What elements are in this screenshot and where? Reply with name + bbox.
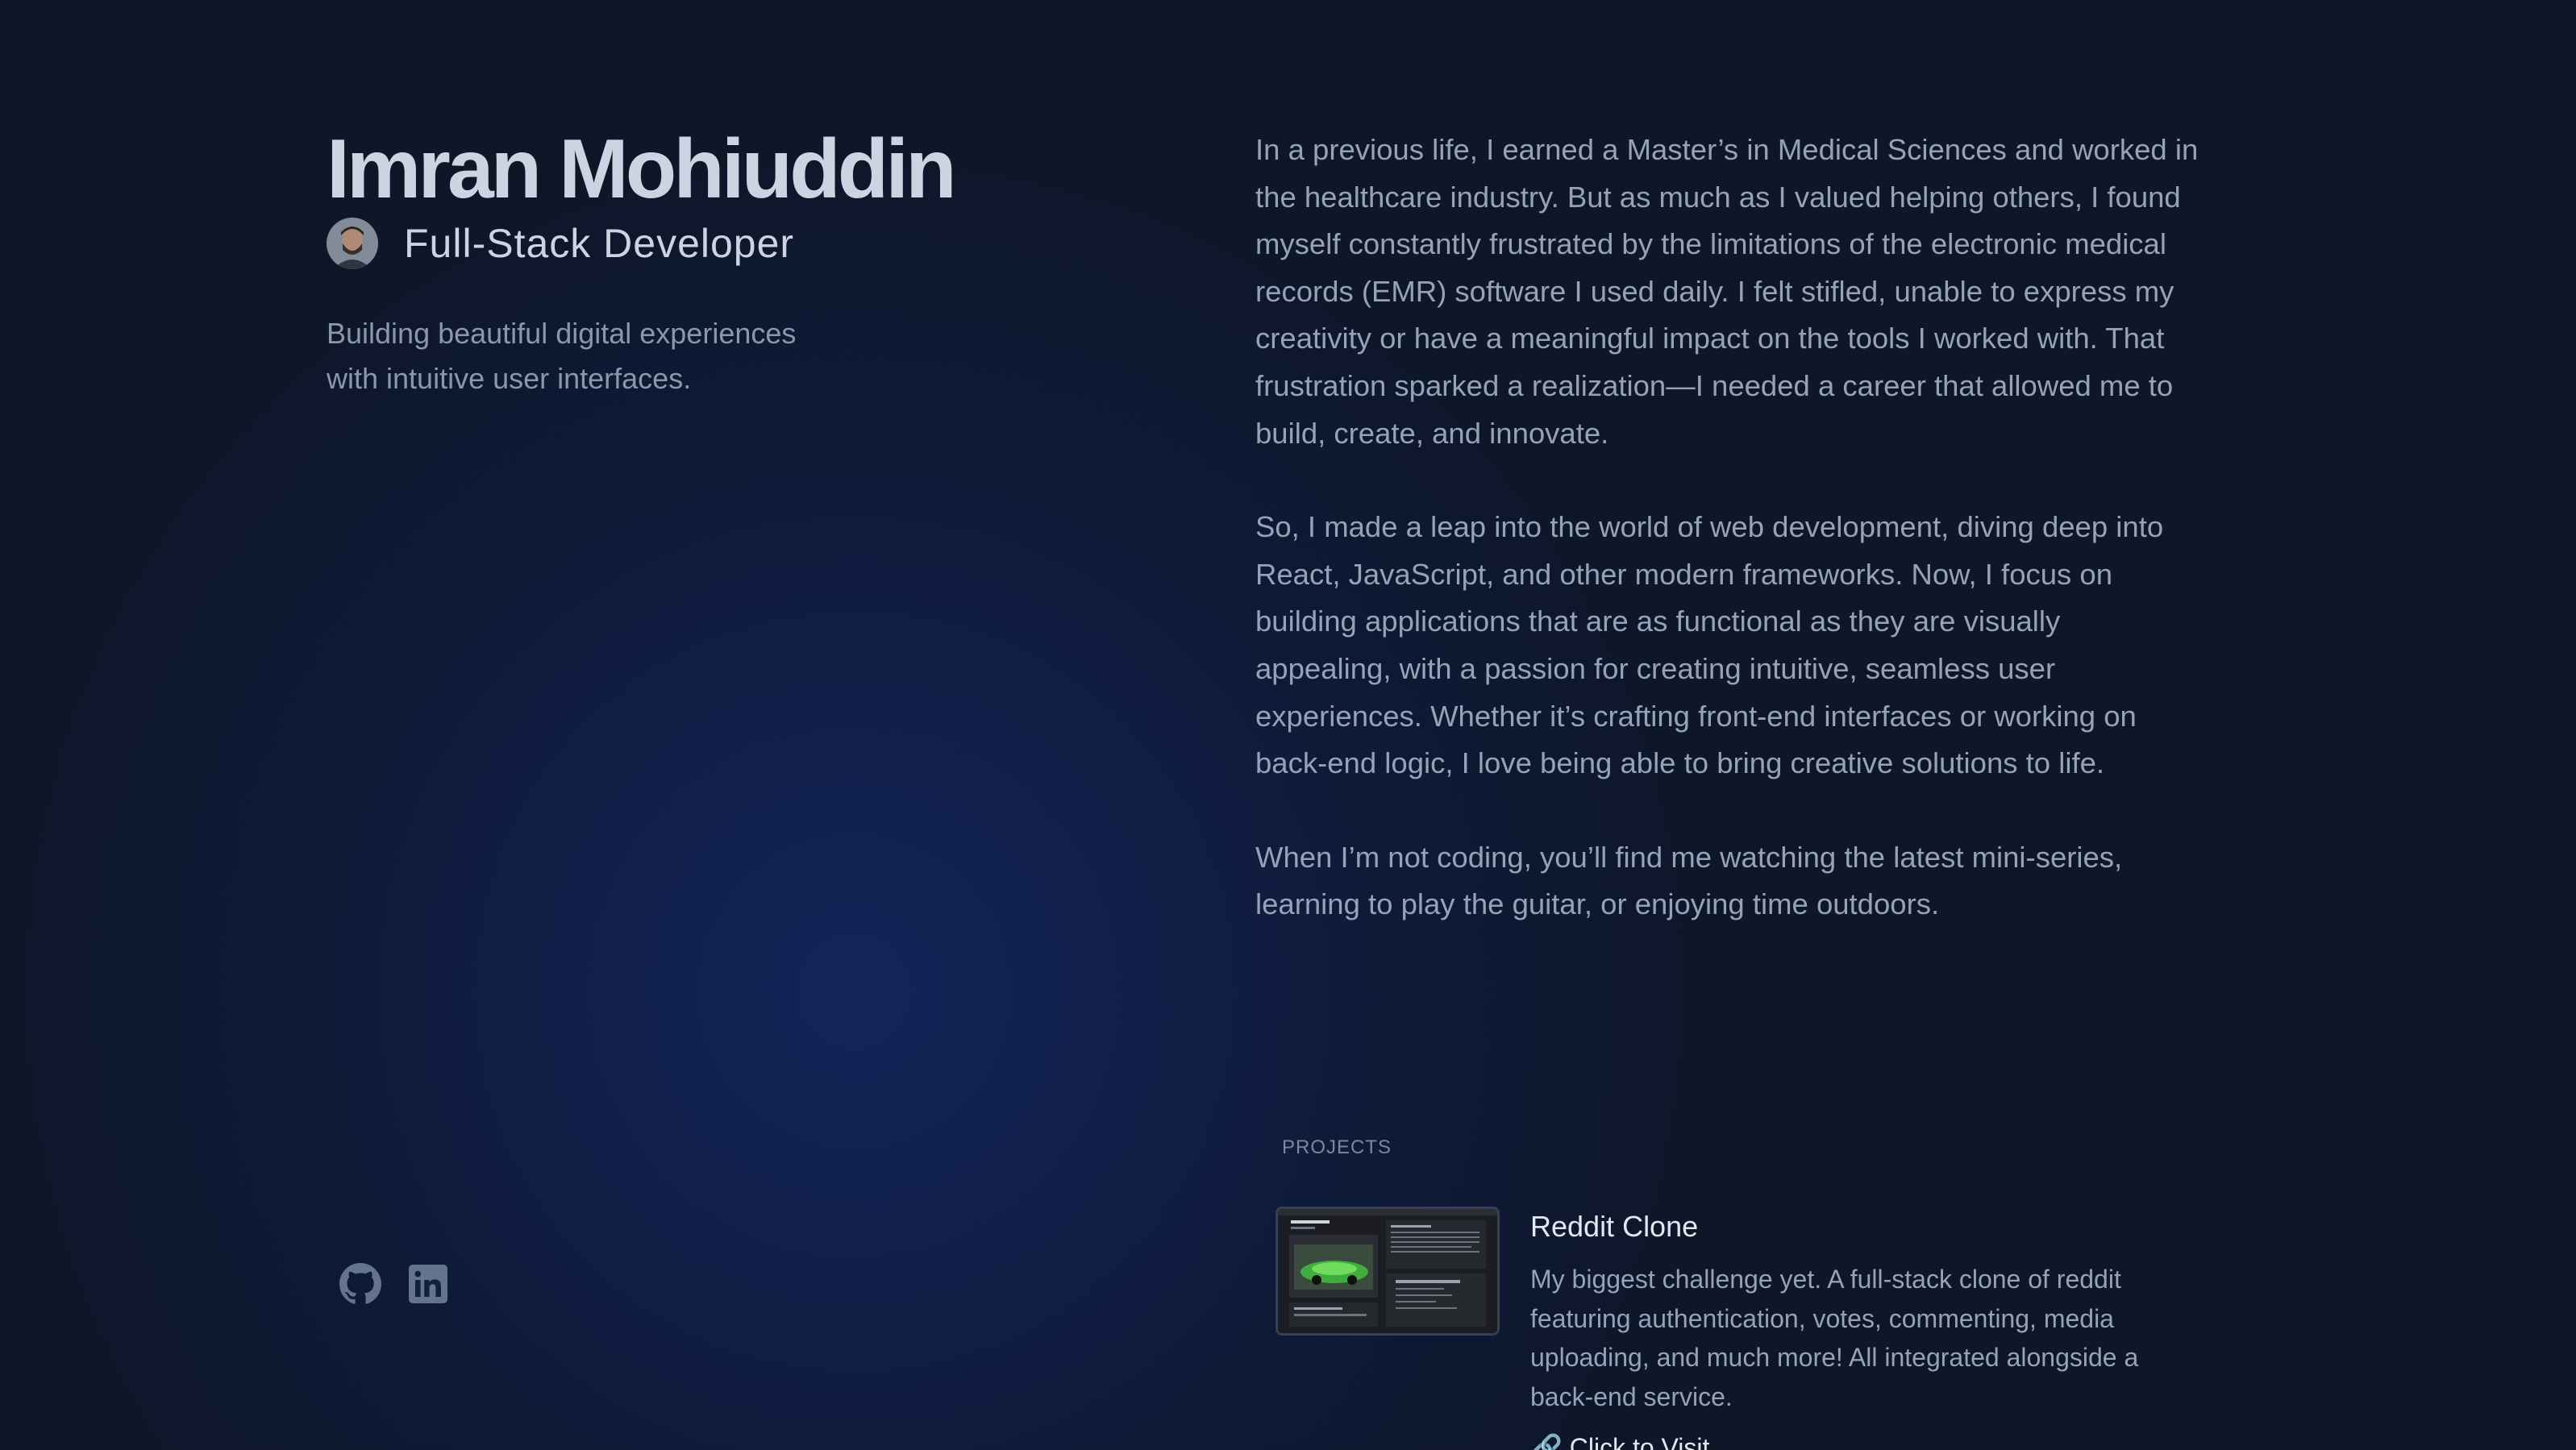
social-links [339,1262,450,1309]
header: Imran Mohiuddin Full-Stack Developer Bui… [327,121,1133,401]
project-title[interactable]: Reddit Clone [1530,1210,2175,1244]
about-paragraph: So, I made a leap into the world of web … [1255,510,2164,780]
about-section: In a previous life, I earned a Master’s … [1255,127,2199,975]
linkedin-icon [409,1264,447,1307]
linkedin-link[interactable] [406,1264,450,1307]
about-paragraph: In a previous life, I earned a Master’s … [1255,133,2199,450]
role-row: Full-Stack Developer [327,218,1133,269]
project-body: Reddit Clone My biggest challenge yet. A… [1530,1207,2175,1450]
project-card[interactable]: Reddit Clone My biggest challenge yet. A… [1276,1207,2203,1450]
tagline: Building beautiful digital experiences w… [327,317,797,395]
project-visit-label: Click to Visit [1569,1433,1710,1450]
project-description: My biggest challenge yet. A full-stack c… [1530,1265,2139,1411]
projects-heading: PROJECTS [1282,1136,1392,1158]
about-paragraph: When I’m not coding, you’ll find me watc… [1255,840,2123,921]
project-visit-link[interactable]: 🔗 Click to Visit [1530,1432,2175,1450]
avatar [327,218,378,269]
project-thumbnail[interactable] [1276,1207,1500,1336]
role-subtitle: Full-Stack Developer [404,221,795,266]
page-title: Imran Mohiuddin [327,123,957,216]
github-icon [339,1262,381,1309]
link-icon: 🔗 [1530,1433,1563,1450]
github-link[interactable] [339,1262,382,1309]
